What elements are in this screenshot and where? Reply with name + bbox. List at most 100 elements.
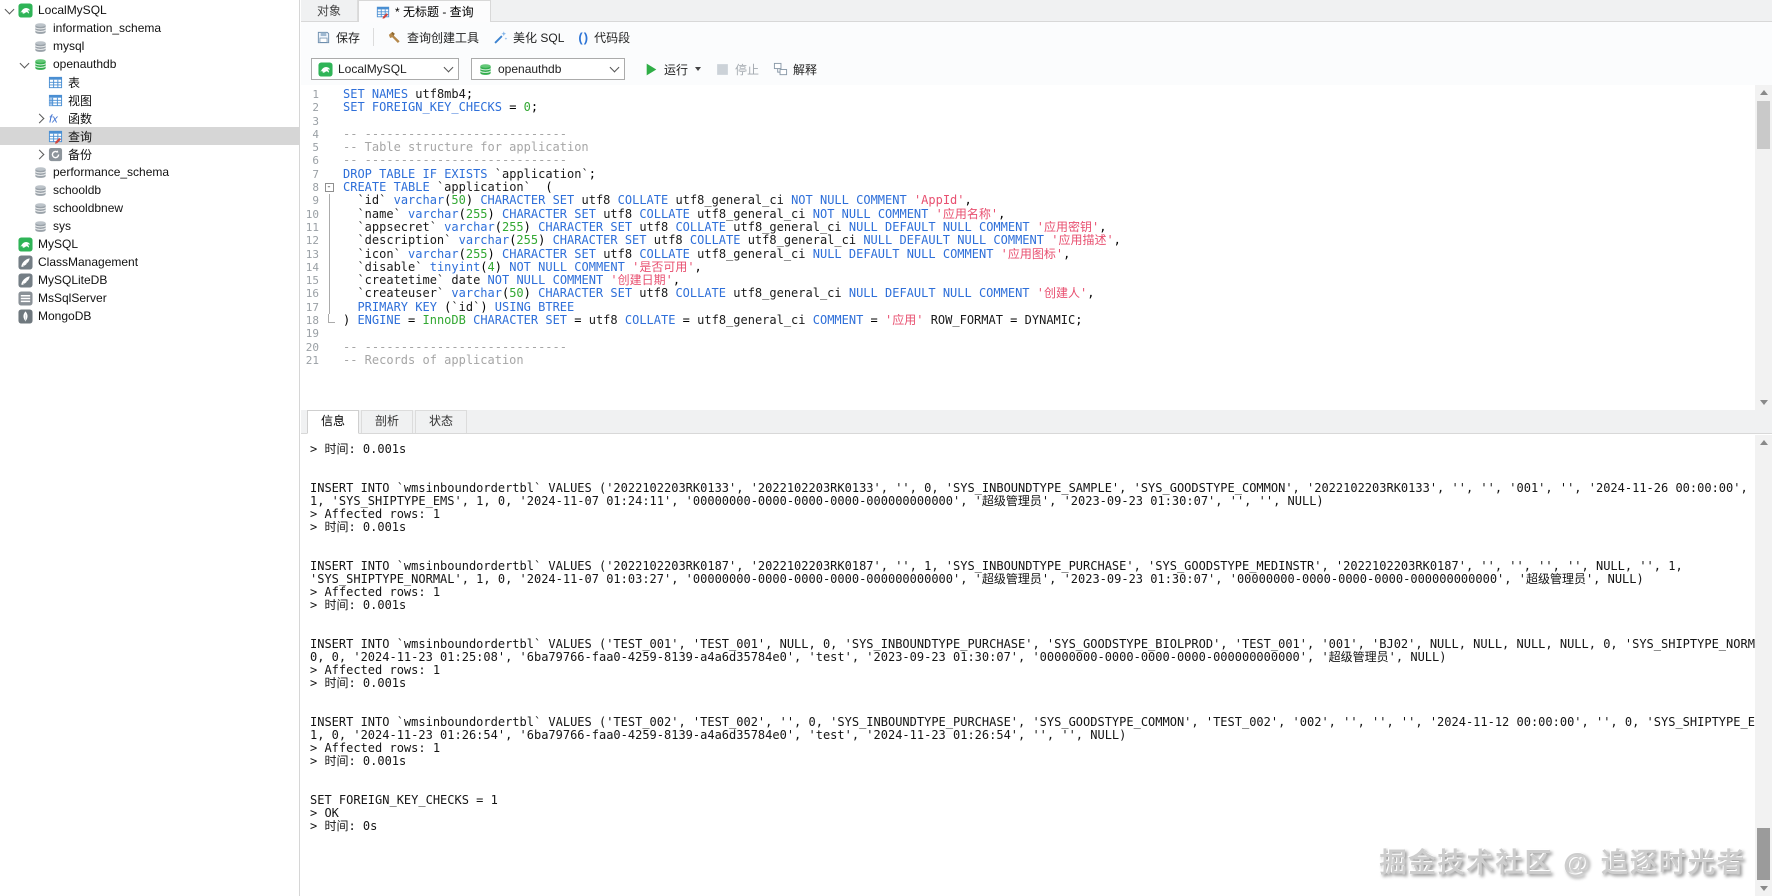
database-select[interactable]: openauthdb	[471, 58, 625, 80]
editor-line-code: CREATE TABLE `application` (	[343, 181, 553, 195]
result-tab-2[interactable]: 状态	[415, 410, 468, 433]
scroll-down-arrow[interactable]	[1755, 395, 1772, 410]
chevron-right-icon[interactable]	[32, 111, 47, 126]
messages-scrollbar-thumb[interactable]	[1757, 828, 1770, 880]
editor-line[interactable]: 17 PRIMARY KEY (`id`) USING BTREE	[301, 300, 1755, 315]
editor-fold-column	[321, 168, 337, 181]
editor-line-code: -- Records of application	[343, 353, 524, 367]
chevron-down-icon[interactable]	[2, 3, 17, 18]
editor-line[interactable]: 3	[301, 115, 1755, 128]
editor-line[interactable]: 20 -- ----------------------------	[301, 341, 1755, 354]
editor-line[interactable]: 12 `description` varchar(255) CHARACTER …	[301, 234, 1755, 248]
tree-item-n8[interactable]: 备份	[0, 145, 299, 163]
sql-editor[interactable]: 1 SET NAMES utf8mb4; 2 SET FOREIGN_KEY_CHEC…	[301, 85, 1755, 413]
message-log[interactable]: > 时间: 0.001s INSERT INTO `wmsinboundorde…	[301, 435, 1755, 896]
editor-line[interactable]: 14 `disable` tinyint(4) NOT NULL COMMENT…	[301, 260, 1755, 275]
tree-item-n4[interactable]: 表	[0, 73, 299, 91]
scroll-up-arrow[interactable]	[1755, 435, 1772, 450]
run-dropdown-caret[interactable]	[695, 67, 702, 71]
tree-arrow-spacer	[32, 93, 47, 108]
code-snippet-label: 代码段	[594, 30, 631, 45]
tree-item-mysqlitedb[interactable]: MySQLiteDB	[0, 271, 299, 289]
editor-line[interactable]: 5 -- Table structure for application	[301, 141, 1755, 154]
save-button[interactable]: 保存	[309, 26, 367, 49]
document-tab-query[interactable]: * 无标题 - 查询	[358, 0, 491, 22]
tree-item-mongodb[interactable]: MongoDB	[0, 307, 299, 325]
tree-item-classmanagement[interactable]: ClassManagement	[0, 253, 299, 271]
mysql-connection-icon	[18, 236, 33, 252]
editor-line[interactable]: 13 `icon` varchar(255) CHARACTER SET utf…	[301, 247, 1755, 261]
editor-line[interactable]: 11 `appsecret` varchar(255) CHARACTER SE…	[301, 220, 1755, 235]
query-builder-icon	[387, 30, 402, 45]
connection-tree[interactable]: LocalMySQL information_schema mysql openaut…	[0, 0, 300, 896]
beautify-sql-icon	[493, 30, 508, 45]
tree-item-n6[interactable]: fx 函数	[0, 109, 299, 127]
message-line: 0, 0, '2024-11-23 01:25:08', '6ba79766-f…	[310, 651, 1447, 664]
save-icon	[316, 30, 331, 45]
editor-line[interactable]: 18) ENGINE = InnoDB CHARACTER SET = utf8…	[301, 314, 1755, 327]
editor-line[interactable]: 15 `createtime` date NOT NULL COMMENT '创…	[301, 274, 1755, 288]
tree-item-localmysql[interactable]: LocalMySQL	[0, 1, 299, 19]
result-tab-1[interactable]: 剖析	[361, 410, 414, 433]
tree-arrow-spacer	[2, 273, 17, 288]
editor-line[interactable]: 7 DROP TABLE IF EXISTS `application`;	[301, 168, 1755, 181]
chevron-down-icon[interactable]	[17, 57, 32, 72]
document-tab-objects[interactable]: 对象	[301, 0, 359, 21]
editor-line[interactable]: 1 SET NAMES utf8mb4;	[301, 88, 1755, 101]
tree-item-schooldb[interactable]: schooldb	[0, 181, 299, 199]
database-select-value: openauthdb	[498, 62, 562, 76]
result-tab-0[interactable]: 信息	[307, 410, 360, 434]
tree-item-mysql[interactable]: MySQL	[0, 235, 299, 253]
editor-line-number: 16	[305, 287, 319, 301]
tree-item-information-schema[interactable]: information_schema	[0, 19, 299, 37]
editor-line[interactable]: 2 SET FOREIGN_KEY_CHECKS = 0;	[301, 101, 1755, 114]
connection-toolbar: LocalMySQL openauthdb 运行 停止 解释	[301, 52, 1772, 86]
beautify-sql-button[interactable]: 美化 SQL	[486, 26, 571, 49]
editor-fold-column	[321, 194, 337, 208]
code-snippet-button[interactable]: () 代码段	[571, 26, 637, 49]
connection-select[interactable]: LocalMySQL	[311, 58, 459, 80]
message-line	[310, 612, 1755, 625]
scroll-down-arrow[interactable]	[1755, 881, 1772, 896]
tree-arrow-spacer	[17, 201, 32, 216]
queries-icon	[48, 129, 63, 144]
connection-select-value: LocalMySQL	[338, 62, 407, 76]
tree-item-mysql[interactable]: mysql	[0, 37, 299, 55]
tree-item-label: 查询	[68, 129, 93, 144]
tree-item-schooldbnew[interactable]: schooldbnew	[0, 199, 299, 217]
editor-line-number: 3	[312, 114, 319, 128]
explain-button[interactable]: 解释	[766, 58, 824, 81]
run-button[interactable]: 运行	[637, 58, 708, 81]
editor-line-code: DROP TABLE IF EXISTS `application`;	[343, 167, 596, 181]
editor-line[interactable]: 10 `name` varchar(255) CHARACTER SET utf…	[301, 207, 1755, 221]
editor-line-code: ) ENGINE = InnoDB CHARACTER SET = utf8 C…	[343, 314, 1083, 328]
editor-line-number: 7	[312, 167, 319, 181]
tree-item-mssqlserver[interactable]: MsSqlServer	[0, 289, 299, 307]
editor-line-number: 13	[305, 247, 319, 261]
result-tab-strip: 信息 剖析 状态	[301, 410, 1772, 434]
message-line: 'SYS_SHIPTYPE_NORMAL', 1, 0, '2024-11-07…	[310, 573, 1644, 586]
tree-item-sys[interactable]: sys	[0, 217, 299, 235]
run-label: 运行	[664, 62, 689, 77]
editor-fold-column	[321, 287, 337, 301]
tree-item-openauthdb[interactable]: openauthdb	[0, 55, 299, 73]
editor-line[interactable]: 4 -- ----------------------------	[301, 128, 1755, 141]
message-line: SET FOREIGN_KEY_CHECKS = 1	[310, 794, 498, 807]
editor-line[interactable]: 9 `id` varchar(50) CHARACTER SET utf8 CO…	[301, 194, 1755, 208]
editor-line[interactable]: 8- CREATE TABLE `application` (	[301, 181, 1755, 194]
scroll-up-arrow[interactable]	[1755, 85, 1772, 100]
editor-line-code: -- ----------------------------	[343, 340, 567, 354]
editor-line[interactable]: 6 -- ----------------------------	[301, 154, 1755, 167]
query-tab-icon	[375, 4, 390, 19]
query-builder-button[interactable]: 查询创建工具	[380, 26, 486, 49]
editor-scrollbar-thumb[interactable]	[1757, 101, 1770, 149]
tree-item-performance-schema[interactable]: performance_schema	[0, 163, 299, 181]
editor-line[interactable]: 16 `createuser` varchar(50) CHARACTER SE…	[301, 287, 1755, 301]
stop-button[interactable]: 停止	[708, 58, 766, 81]
tree-item-n5[interactable]: 视图	[0, 91, 299, 109]
editor-line[interactable]: 21 -- Records of application	[301, 354, 1755, 367]
editor-line[interactable]: 19	[301, 327, 1755, 340]
tree-item-n7[interactable]: 查询	[0, 127, 299, 145]
chevron-right-icon[interactable]	[32, 147, 47, 162]
chevron-down-icon	[443, 62, 454, 73]
